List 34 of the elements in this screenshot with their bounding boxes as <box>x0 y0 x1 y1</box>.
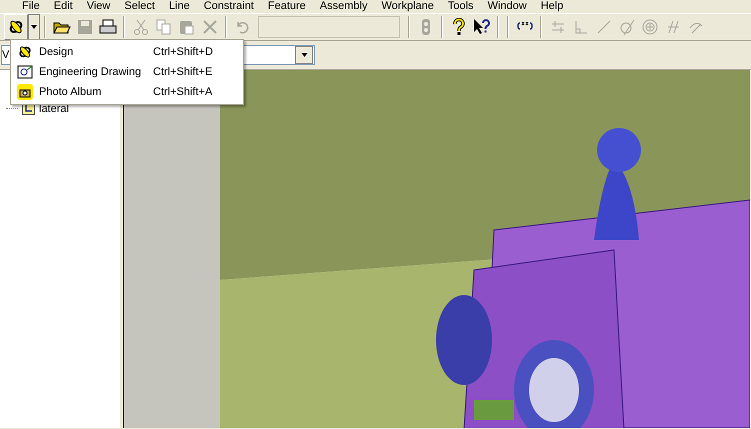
dropdown-button[interactable] <box>28 14 40 40</box>
shortcut-label: Ctrl+Shift+A <box>153 86 214 98</box>
menu-item[interactable]: Help <box>540 0 564 13</box>
new-document-button[interactable] <box>4 14 28 40</box>
menu-item[interactable]: View <box>86 0 110 13</box>
menu-item[interactable]: File <box>22 0 40 13</box>
paste-icon <box>178 18 196 36</box>
menu-item[interactable]: Feature <box>268 0 306 13</box>
menu-item[interactable]: Design <box>39 46 147 58</box>
menu-item[interactable]: Line <box>168 0 190 13</box>
shortcut-label: Ctrl+Shift+E <box>153 66 214 78</box>
menu-item[interactable]: Photo Album <box>39 86 147 98</box>
caret-icon <box>300 53 308 57</box>
menu-item[interactable]: Engineering Drawing <box>39 66 147 78</box>
print-icon <box>98 18 116 36</box>
save-icon <box>76 18 94 36</box>
cut-icon <box>132 18 150 36</box>
tangent-icon <box>618 18 636 36</box>
context-help-icon <box>472 18 490 36</box>
menu-item[interactable]: Select <box>124 0 155 13</box>
concentric-icon <box>640 18 658 36</box>
menu-item[interactable]: Workplane <box>381 0 434 13</box>
menu-item[interactable]: Constraint <box>204 0 254 13</box>
camera-icon <box>17 84 33 100</box>
menu-item[interactable]: Edit <box>54 0 73 13</box>
copy-icon <box>154 18 172 36</box>
menu-item[interactable]: Window <box>488 0 527 13</box>
menu-item[interactable]: Tools <box>448 0 474 13</box>
shortcut-label: Ctrl+Shift+D <box>153 46 214 58</box>
caret-icon <box>31 25 37 29</box>
menu-item[interactable]: Assembly <box>320 0 368 13</box>
tree-item[interactable]: lateral <box>39 102 69 114</box>
drawing-sheet-icon <box>17 64 33 80</box>
delete-icon <box>200 18 218 36</box>
